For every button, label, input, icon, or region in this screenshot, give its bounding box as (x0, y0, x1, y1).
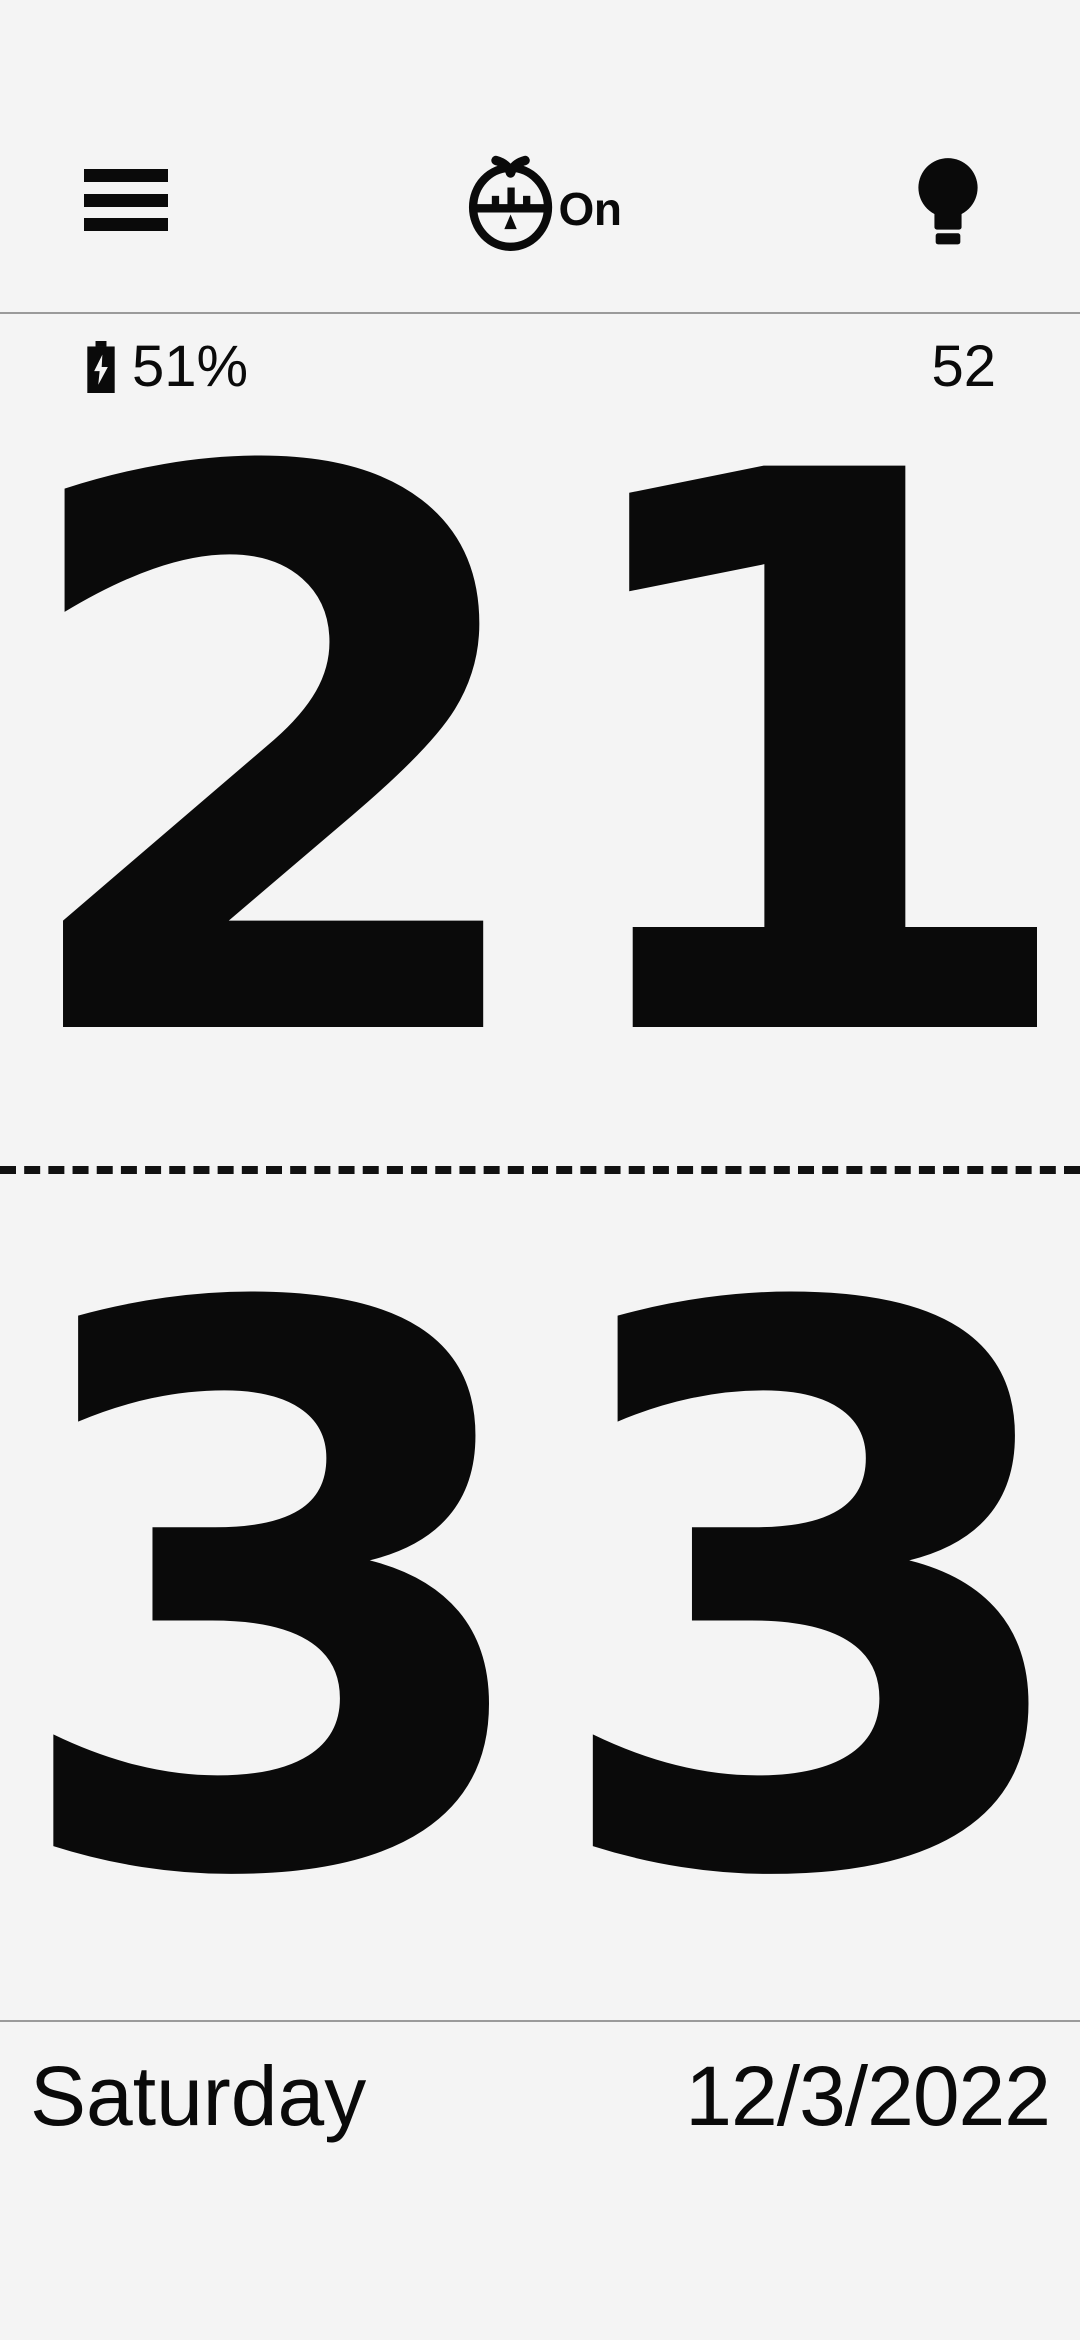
clock-screen: On 51% 52 21 33 Saturday 12/3/2022 (0, 0, 1080, 2340)
tomato-timer-icon (468, 155, 553, 251)
minutes-value: 33 (0, 1147, 1080, 2045)
menu-bar-3 (84, 218, 168, 231)
hours-panel[interactable]: 51% 52 21 (0, 314, 1080, 1166)
pomodoro-toggle[interactable]: On (459, 148, 622, 252)
menu-bar-1 (84, 169, 168, 182)
nav-bar-spacer (0, 2210, 1080, 2340)
lightbulb-toggle[interactable] (900, 148, 996, 252)
app-header: On (0, 88, 1080, 314)
hours-value: 21 (0, 311, 1080, 1209)
menu-bar-2 (84, 193, 168, 207)
lightbulb-icon (918, 158, 978, 245)
date-footer[interactable]: Saturday 12/3/2022 (0, 2020, 1080, 2210)
weekday-label: Saturday (30, 2049, 367, 2143)
minutes-panel[interactable]: 33 (0, 1174, 1080, 2020)
date-label: 12/3/2022 (685, 2049, 1051, 2143)
hamburger-menu-icon[interactable] (84, 169, 168, 231)
status-bar-spacer (0, 0, 1080, 88)
pomodoro-state-label: On (558, 183, 622, 235)
